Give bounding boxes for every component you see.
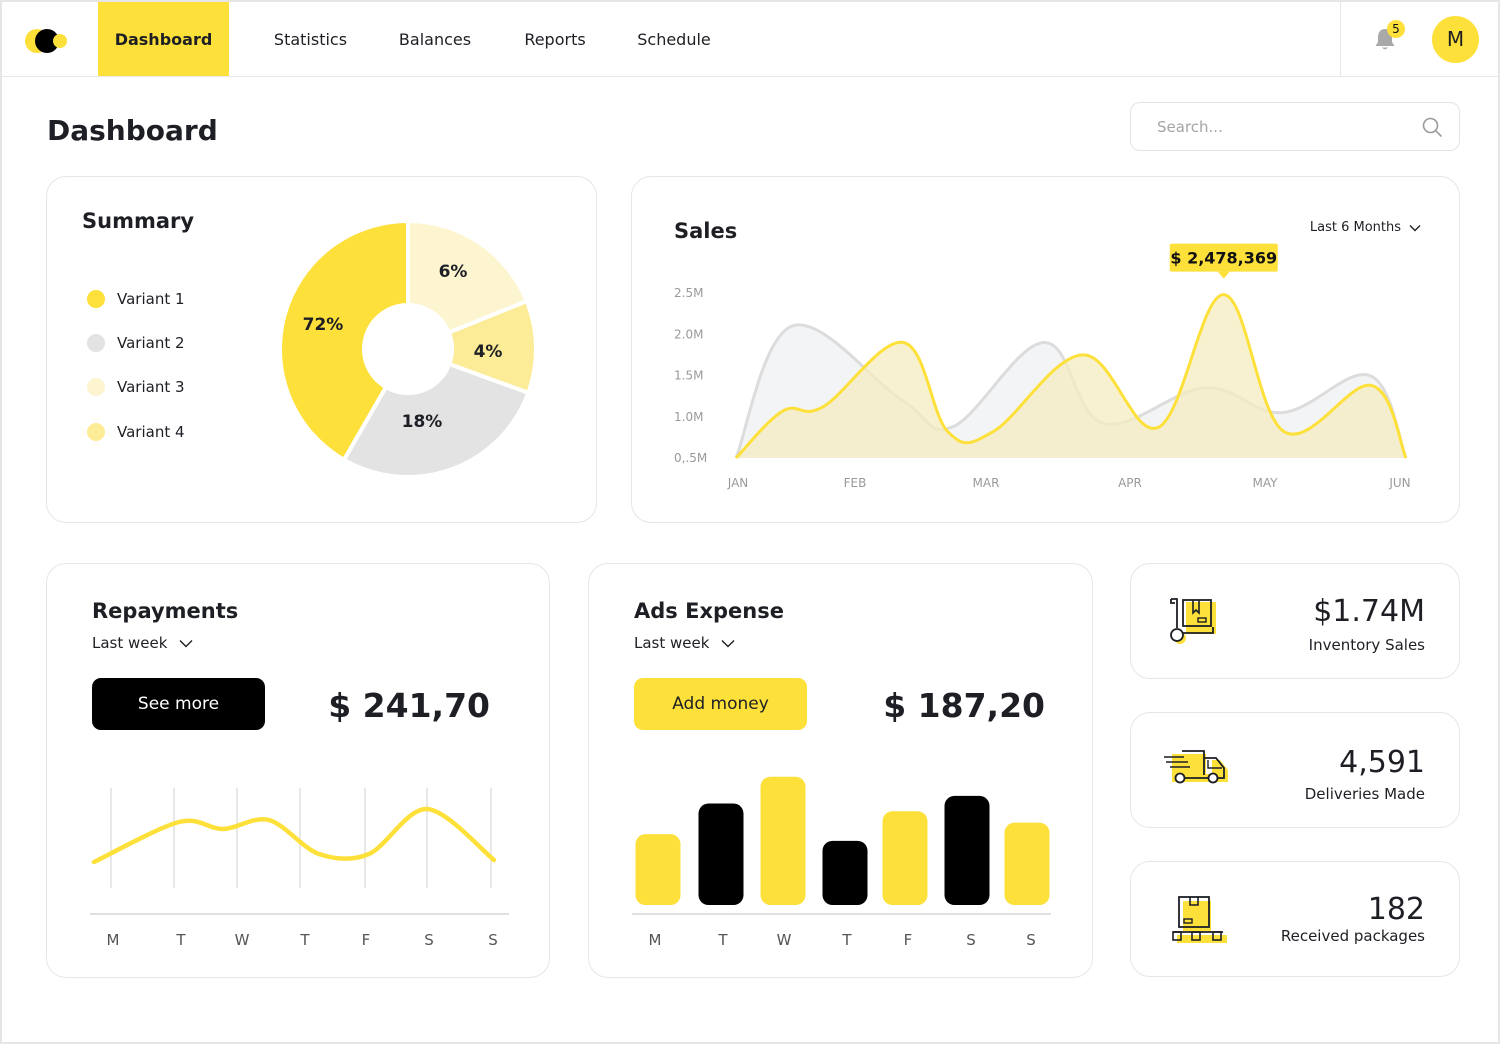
user-avatar[interactable]: M <box>1432 16 1479 63</box>
page-title: Dashboard <box>47 114 218 147</box>
sales-x-tick-label: FEB <box>844 476 867 490</box>
donut-slice-label: 6% <box>439 262 468 282</box>
repayments-title: Repayments <box>92 599 239 623</box>
delivery-truck-icon <box>1164 750 1228 784</box>
inventory-sales-label: Inventory Sales <box>1308 636 1425 654</box>
repayments-period-label: Last week <box>92 634 168 652</box>
sales-x-tick-label: MAY <box>1253 476 1279 490</box>
dashboard-window: Dashboard Statistics Balances Reports Sc… <box>0 0 1500 1044</box>
nav-divider <box>1340 2 1341 76</box>
legend-label: Variant 4 <box>117 423 185 441</box>
ads-bar-3 <box>822 840 868 905</box>
add-money-button[interactable]: Add money <box>634 678 807 730</box>
sales-area-chart: 0,.5M 1.0M 1.5M 2.0M 2.5M JAN FEB MAR APR MAY JUN $… <box>674 243 1411 490</box>
repayments-day-label: T <box>299 931 310 949</box>
nav-tab-statistics[interactable]: Statistics <box>264 2 357 76</box>
inventory-sales-value: $1.74M <box>1313 594 1425 629</box>
legend-item-variant-2: Variant 2 <box>87 331 185 355</box>
legend-dot <box>87 378 105 396</box>
repayments-day-label: S <box>424 931 434 949</box>
nav-tab-balances[interactable]: Balances <box>390 2 480 76</box>
ads-expense-bar-chart: MTWTFSS <box>632 776 1051 949</box>
see-more-button[interactable]: See more <box>92 678 265 730</box>
ads-day-label: T <box>717 931 728 949</box>
eclipse-logo-icon[interactable] <box>24 28 70 54</box>
ads-expense-card: Ads Expense Last week Add money $ 187,20… <box>588 563 1093 978</box>
sales-y-tick-label: 1.5M <box>674 369 703 383</box>
package-pallet-icon <box>1172 896 1227 943</box>
legend-item-variant-4: Variant 4 <box>87 420 185 444</box>
ads-day-label: T <box>841 931 852 949</box>
deliveries-value: 4,591 <box>1339 745 1425 780</box>
ads-day-label: F <box>904 931 913 949</box>
ads-day-label: S <box>966 931 976 949</box>
sales-y-tick-label: 0,.5M <box>674 451 707 465</box>
repayments-day-label: S <box>488 931 498 949</box>
nav-tab-reports[interactable]: Reports <box>514 2 596 76</box>
ads-bar-5 <box>944 795 990 905</box>
deliveries-card: 4,591 Deliveries Made <box>1130 712 1460 828</box>
repayments-line <box>91 806 497 865</box>
summary-title: Summary <box>82 209 195 233</box>
sales-x-tick-label: APR <box>1118 476 1142 490</box>
received-packages-value: 182 <box>1367 892 1425 927</box>
sales-y-tick-label: 1.0M <box>674 410 703 424</box>
search-icon[interactable] <box>1421 116 1443 138</box>
search-box <box>1130 102 1460 151</box>
search-input[interactable] <box>1157 115 1417 139</box>
repayments-day-label: M <box>107 931 120 949</box>
repayments-day-label: T <box>175 931 186 949</box>
ads-bar-2 <box>760 776 806 905</box>
legend-label: Variant 1 <box>117 290 185 308</box>
chevron-down-icon <box>721 639 735 647</box>
ads-period-label: Last week <box>634 634 710 652</box>
donut-slice-label: 18% <box>402 412 443 432</box>
sales-tooltip-text: $ 2,478,369 <box>1170 249 1277 268</box>
ads-expense-amount: $ 187,20 <box>883 686 1045 725</box>
legend-label: Variant 3 <box>117 378 185 396</box>
repayments-period-dropdown[interactable]: Last week <box>92 634 193 652</box>
sales-x-tick-label: JAN <box>727 476 749 490</box>
ads-day-label: W <box>777 931 792 949</box>
top-navigation-bar: Dashboard Statistics Balances Reports Sc… <box>2 2 1500 77</box>
repayments-day-label: W <box>235 931 250 949</box>
legend-dot <box>87 290 105 308</box>
ads-bar-6 <box>1004 822 1050 905</box>
donut-slice-label: 4% <box>474 342 503 362</box>
nav-tab-schedule[interactable]: Schedule <box>629 2 719 76</box>
sales-x-tick-label: JUN <box>1388 476 1410 490</box>
inventory-sales-card: $1.74M Inventory Sales <box>1130 563 1460 679</box>
nav-tab-dashboard[interactable]: Dashboard <box>98 2 229 76</box>
sales-y-tick-label: 2.5M <box>674 286 703 300</box>
legend-label: Variant 2 <box>117 334 185 352</box>
hand-truck-icon <box>1170 598 1216 644</box>
sales-peak-tooltip: $ 2,478,369 <box>1169 243 1278 279</box>
received-packages-label: Received packages <box>1280 927 1425 945</box>
summary-donut-chart: 72% 18% 4% 6% <box>278 218 538 479</box>
ads-day-label: S <box>1026 931 1036 949</box>
ads-bar-1 <box>698 803 744 905</box>
ads-bar-4 <box>882 811 928 905</box>
ads-period-dropdown[interactable]: Last week <box>634 634 735 652</box>
legend-dot <box>87 334 105 352</box>
donut-slice-label: 72% <box>303 315 344 335</box>
deliveries-label: Deliveries Made <box>1304 785 1425 803</box>
repayments-amount: $ 241,70 <box>328 686 490 725</box>
ads-expense-title: Ads Expense <box>634 599 784 623</box>
sales-x-tick-label: MAR <box>973 476 1000 490</box>
ads-day-label: M <box>649 931 662 949</box>
repayments-line-chart: MTWTFSS <box>90 788 509 949</box>
sales-card: Sales Last 6 Months 0,.5M 1.0M 1.5M 2.0M 2.5… <box>631 176 1460 523</box>
notification-count-badge: 5 <box>1387 20 1405 38</box>
chevron-down-icon <box>179 639 193 647</box>
repayments-day-label: F <box>362 931 371 949</box>
repayments-card: Repayments Last week See more $ 241,70 M… <box>46 563 550 978</box>
legend-item-variant-3: Variant 3 <box>87 375 185 399</box>
legend-dot <box>87 423 105 441</box>
legend-item-variant-1: Variant 1 <box>87 287 185 311</box>
ads-bar-0 <box>635 834 681 905</box>
received-packages-card: 182 Received packages <box>1130 861 1460 977</box>
sales-y-tick-label: 2.0M <box>674 327 703 341</box>
summary-card: Summary Variant 1 Variant 2 Variant 3 Va… <box>46 176 597 523</box>
